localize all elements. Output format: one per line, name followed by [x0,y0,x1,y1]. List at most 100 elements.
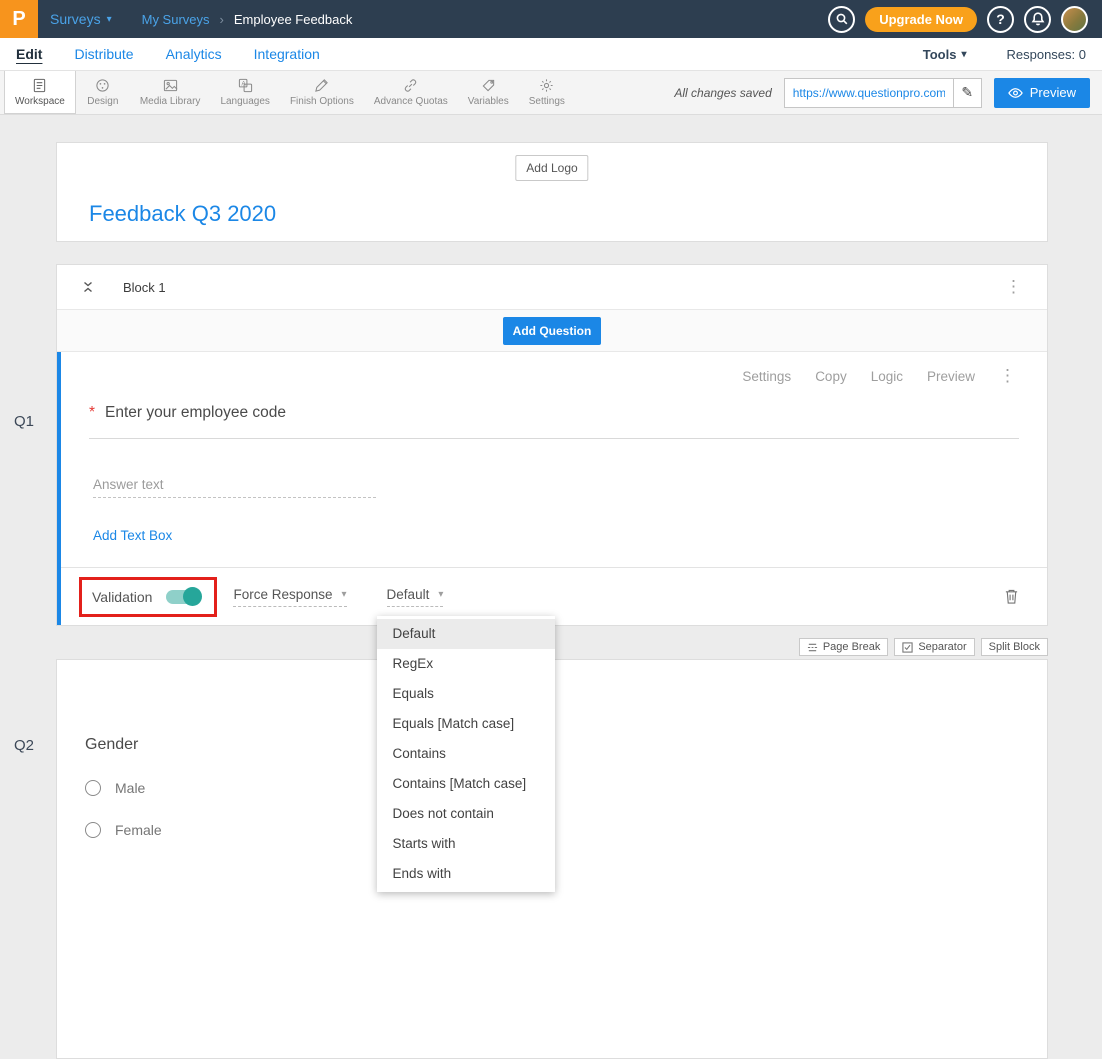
toolbar-item-advance-quotas[interactable]: Advance Quotas [364,71,458,114]
autosave-status: All changes saved [674,86,771,100]
add-text-box-link[interactable]: Add Text Box [93,528,172,543]
add-question-button[interactable]: Add Question [503,317,602,345]
tab-distribute[interactable]: Distribute [74,46,133,62]
page-break-label: Page Break [823,641,880,653]
top-app-bar: P Surveys ▾ My Surveys › Employee Feedba… [0,0,1102,38]
tab-integration[interactable]: Integration [254,46,320,62]
menu-item-default[interactable]: Default [377,619,555,649]
radio-option-male[interactable]: Male [85,780,145,796]
breadcrumb-my-surveys[interactable]: My Surveys [142,12,210,27]
toolbar-item-variables[interactable]: Variables [458,71,519,114]
question-menu-kebab-icon[interactable]: ⋮ [999,366,1017,386]
questionpro-logo[interactable]: P [0,0,38,38]
menu-item-regex[interactable]: RegEx [377,649,555,679]
validation-label: Validation [92,589,152,605]
separator-button[interactable]: Separator [894,638,974,656]
toolbar-right-cluster: All changes saved ✎ Preview [674,71,1102,114]
validation-row: Validation Force Response ▾ Default ▾ De… [61,567,1047,625]
radio-unchecked-icon [85,822,101,838]
survey-nav-tabs: Edit Distribute Analytics Integration To… [0,38,1102,71]
upgrade-now-button[interactable]: Upgrade Now [865,7,977,32]
tag-icon [481,78,496,93]
topbar-actions: Upgrade Now ? [828,6,1102,33]
toolbar-item-label: Finish Options [290,96,354,107]
chain-link-icon [403,78,418,93]
notifications-button[interactable] [1024,6,1051,33]
help-icon: ? [996,11,1005,27]
question-settings-action[interactable]: Settings [742,369,791,384]
languages-icon: A [238,78,253,93]
question1-text-row: * Enter your employee code [89,404,1019,439]
question1-card: Settings Copy Logic Preview ⋮ * Enter yo… [57,352,1047,625]
chevron-down-icon: ▾ [438,589,443,600]
menu-item-equals[interactable]: Equals [377,679,555,709]
page-break-button[interactable]: Page Break [799,638,888,656]
survey-url-input[interactable] [785,86,953,100]
question1-number: Q1 [14,413,34,430]
eye-icon [1008,87,1023,99]
user-avatar[interactable] [1061,6,1088,33]
menu-item-equals-match-case[interactable]: Equals [Match case] [377,709,555,739]
chevron-down-icon: ▾ [342,589,347,600]
search-button[interactable] [828,6,855,33]
menu-item-starts-with[interactable]: Starts with [377,829,555,859]
help-button[interactable]: ? [987,6,1014,33]
validation-toggle[interactable] [166,590,200,604]
breadcrumb-separator-icon: › [220,12,224,27]
question-copy-action[interactable]: Copy [815,369,847,384]
block-header: Block 1 ⋮ [57,265,1047,310]
tab-analytics[interactable]: Analytics [166,46,222,62]
breadcrumb-current-survey: Employee Feedback [234,12,353,27]
block-card: Block 1 ⋮ Add Question Settings Copy Log… [56,264,1048,626]
tools-menu[interactable]: Tools ▾ [923,47,967,62]
chevron-down-icon: ▾ [107,14,112,25]
bell-icon [1030,11,1046,27]
question1-text[interactable]: Enter your employee code [105,404,286,422]
menu-item-does-not-contain[interactable]: Does not contain [377,799,555,829]
question2-number: Q2 [14,737,34,754]
menu-item-contains[interactable]: Contains [377,739,555,769]
menu-item-ends-with[interactable]: Ends with [377,859,555,889]
preview-button-label: Preview [1030,85,1076,100]
toolbar-item-label: Variables [468,96,509,107]
survey-editor-canvas: Q1 Q2 Add Logo Feedback Q3 2020 Block 1 … [0,115,1102,1059]
tab-edit[interactable]: Edit [16,46,42,62]
force-response-dropdown[interactable]: Force Response ▾ [233,587,346,607]
product-menu-surveys[interactable]: Surveys ▾ [50,11,112,27]
annotation-highlight-rect: Validation [79,577,217,617]
survey-title[interactable]: Feedback Q3 2020 [89,201,276,227]
menu-item-contains-match-case[interactable]: Contains [Match case] [377,769,555,799]
delete-question-trash-icon[interactable] [1004,588,1019,605]
nav-right-cluster: Tools ▾ Responses: 0 [923,47,1086,62]
toolbar-item-label: Advance Quotas [374,96,448,107]
toolbar-item-workspace[interactable]: Workspace [4,71,76,114]
tools-menu-label: Tools [923,47,957,62]
block-menu-kebab-icon[interactable]: ⋮ [1005,277,1023,297]
toolbar-item-label: Workspace [15,96,65,107]
collapse-block-icon[interactable] [81,280,95,294]
answer-text-field[interactable]: Answer text [93,477,376,498]
logo-letter: P [12,8,25,31]
split-block-button[interactable]: Split Block [981,638,1048,656]
required-marker: * [89,404,95,422]
toolbar-item-finish-options[interactable]: Finish Options [280,71,364,114]
preview-button[interactable]: Preview [994,78,1090,108]
block-title[interactable]: Block 1 [123,280,166,295]
toolbar-item-label: Design [87,96,118,107]
survey-url-box: ✎ [784,78,982,108]
toolbar-item-design[interactable]: Design [76,71,130,114]
radio-option-label: Male [115,780,145,796]
question-preview-action[interactable]: Preview [927,369,975,384]
question-logic-action[interactable]: Logic [871,369,903,384]
toolbar-item-media-library[interactable]: Media Library [130,71,211,114]
checkbox-check-icon [902,642,913,653]
radio-option-female[interactable]: Female [85,822,162,838]
edit-url-button[interactable]: ✎ [953,79,981,107]
question1-actions: Settings Copy Logic Preview ⋮ [89,366,1019,386]
responses-count[interactable]: Responses: 0 [1007,47,1087,62]
validation-type-dropdown[interactable]: Default ▾ Default RegEx Equals Equals [M… [387,587,444,607]
toolbar-item-settings[interactable]: Settings [519,71,575,114]
toolbar-item-languages[interactable]: A Languages [210,71,280,114]
split-block-label: Split Block [989,641,1040,653]
add-logo-button[interactable]: Add Logo [515,155,588,181]
